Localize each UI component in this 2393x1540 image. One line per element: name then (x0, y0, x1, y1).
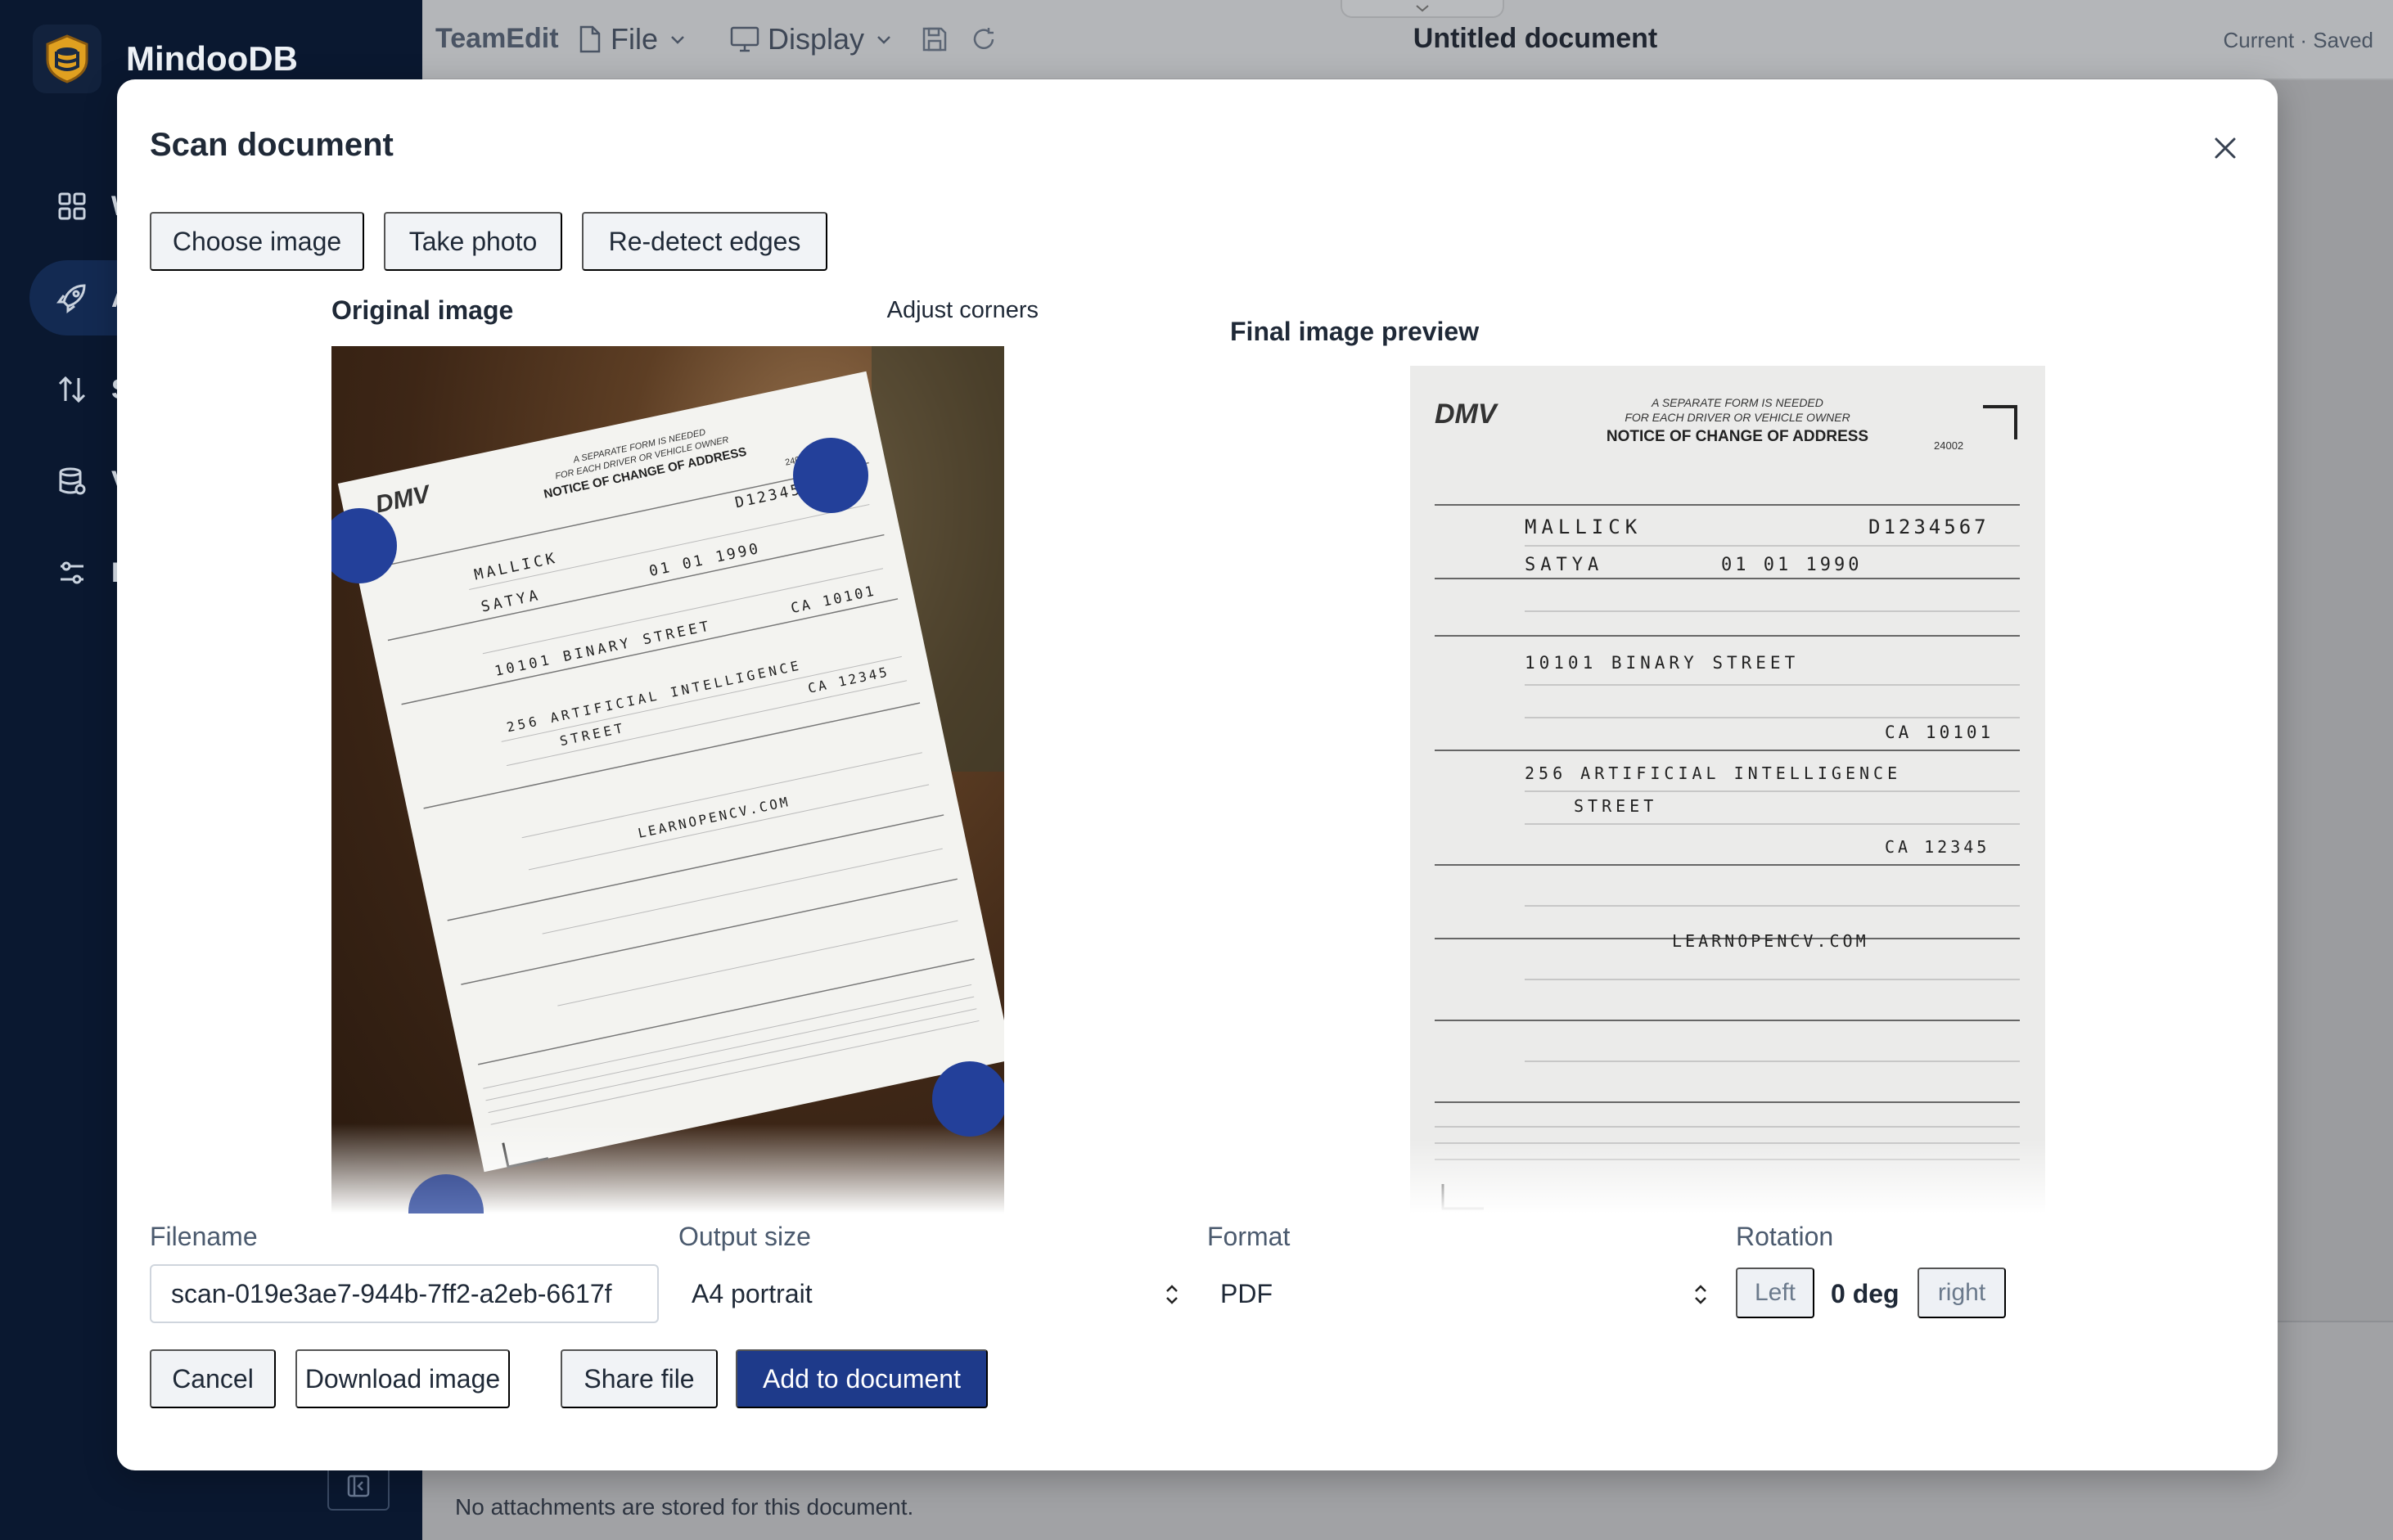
preview-state-zip-1: CA 10101 (1885, 723, 1994, 742)
output-size-label: Output size (678, 1222, 811, 1251)
rotate-left-button[interactable]: Left (1736, 1268, 1814, 1318)
app-name: TeamEdit (435, 23, 559, 54)
filename-label: Filename (150, 1222, 258, 1251)
preview-header-line1: A SEPARATE FORM IS NEEDED (1651, 396, 1823, 409)
select-arrows-icon (1166, 1285, 1178, 1304)
preview-last-name: MALLICK (1525, 516, 1642, 538)
preview-form-code: 24002 (1934, 439, 1963, 452)
database-icon (54, 463, 90, 499)
preview-license-number: D1234567 (1868, 516, 1990, 538)
take-photo-button[interactable]: Take photo (384, 212, 562, 271)
rotation-value: 0 deg (1831, 1279, 1900, 1308)
display-menu[interactable]: Display (730, 21, 892, 57)
final-preview-heading: Final image preview (1230, 317, 1480, 346)
rocket-icon (54, 280, 90, 316)
preview-form-agency: DMV (1435, 399, 1499, 430)
output-size-select[interactable]: A4 portrait (678, 1264, 1189, 1323)
corner-handle-top-left[interactable] (331, 508, 397, 583)
chevron-down-icon (1416, 5, 1429, 12)
filename-input[interactable] (150, 1264, 659, 1323)
preview-mailing-street-1: 256 ARTIFICIAL INTELLIGENCE (1525, 763, 1901, 783)
document-title: Untitled document (1413, 23, 1658, 54)
refresh-icon[interactable] (969, 25, 998, 54)
select-arrows-icon (1695, 1285, 1706, 1304)
chevron-down-icon (877, 36, 890, 44)
toolbar-pull-tab[interactable] (1341, 0, 1504, 18)
corner-handle-bottom-left[interactable] (408, 1174, 484, 1214)
file-icon (579, 25, 601, 53)
rotation-label: Rotation (1736, 1222, 1834, 1251)
brand-name: MindooDB (126, 39, 298, 78)
share-file-button[interactable]: Share file (561, 1349, 718, 1408)
close-icon (2215, 137, 2236, 159)
preview-birth-date: 01 01 1990 (1721, 555, 1862, 575)
preview-form-title: NOTICE OF CHANGE OF ADDRESS (1607, 428, 1868, 445)
download-image-button[interactable]: Download image (295, 1349, 510, 1408)
format-select[interactable]: PDF (1207, 1264, 1718, 1323)
top-toolbar: TeamEdit File Display Untitled document … (422, 0, 2393, 80)
preview-first-name: SATYA (1525, 555, 1603, 575)
redetect-edges-button[interactable]: Re-detect edges (582, 212, 827, 271)
collapse-icon (347, 1475, 370, 1497)
close-button[interactable] (2206, 128, 2245, 168)
chevron-down-icon (671, 36, 684, 44)
original-image-heading: Original image (331, 295, 514, 325)
format-label: Format (1207, 1222, 1291, 1251)
corner-handle-top-right[interactable] (793, 438, 868, 513)
cancel-button[interactable]: Cancel (150, 1349, 276, 1408)
adjust-corners-hint: Adjust corners (886, 297, 1039, 323)
sliders-icon (54, 555, 90, 591)
preview-street: 10101 BINARY STREET (1525, 653, 1799, 673)
file-menu[interactable]: File (578, 21, 686, 57)
monitor-icon (730, 26, 759, 52)
rotate-right-button[interactable]: right (1918, 1268, 2006, 1318)
brand-logo-icon (33, 25, 101, 93)
choose-image-button[interactable]: Choose image (150, 212, 364, 271)
preview-header-line2: FOR EACH DRIVER OR VEHICLE OWNER (1625, 411, 1850, 424)
add-to-document-button[interactable]: Add to document (736, 1349, 988, 1408)
output-size-value: A4 portrait (692, 1278, 813, 1308)
grid-icon (54, 188, 90, 224)
final-image-preview: DMV A SEPARATE FORM IS NEEDED FOR EACH D… (1410, 366, 2045, 1214)
display-menu-label: Display (768, 22, 865, 56)
dialog-title: Scan document (150, 127, 394, 163)
preview-state-zip-2: CA 12345 (1885, 837, 1990, 857)
preview-vehicle-line: LEARNOPENCV.COM (1672, 931, 1869, 951)
attachments-empty-text: No attachments are stored for this docum… (455, 1494, 914, 1520)
sort-arrows-icon (54, 371, 90, 408)
corner-handle-bottom-right[interactable] (932, 1061, 1004, 1137)
preview-mailing-street-2: STREET (1574, 796, 1657, 816)
original-image[interactable]: DMV A SEPARATE FORM IS NEEDED FOR EACH D… (331, 346, 1004, 1214)
format-value: PDF (1220, 1278, 1273, 1308)
save-icon[interactable] (920, 25, 949, 54)
save-status: Current · Saved (2223, 28, 2373, 52)
scan-document-dialog: Scan document Choose image Take photo Re… (117, 79, 2278, 1470)
file-menu-label: File (611, 22, 659, 56)
